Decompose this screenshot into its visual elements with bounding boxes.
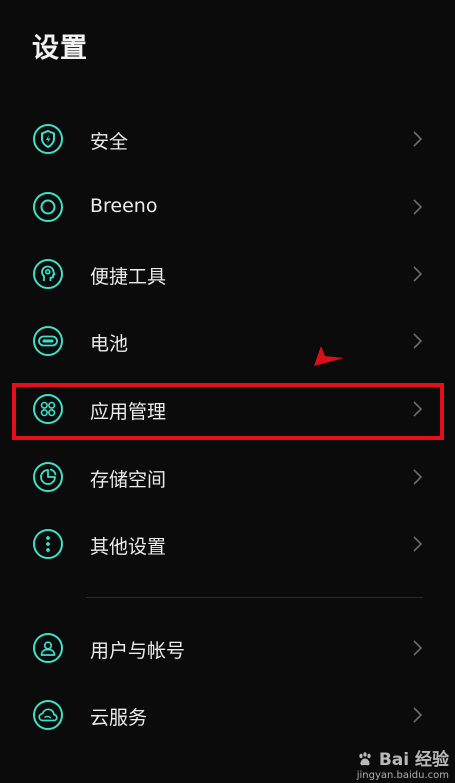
chevron-right-icon (413, 469, 423, 485)
baidu-jingyan-watermark: Bai 经验 jingyan.baidu.com (357, 745, 449, 781)
storage-pie-icon (33, 462, 63, 492)
baidu-paw-icon (359, 752, 371, 766)
section-divider (86, 597, 423, 598)
breeno-ring-icon (33, 192, 63, 222)
settings-item-storage[interactable]: 存储空间 (0, 446, 455, 512)
chevron-right-icon (413, 199, 423, 215)
more-dots-icon (33, 529, 63, 559)
settings-item-label: 电池 (90, 333, 129, 355)
settings-item-label: Breeno (90, 195, 158, 217)
page-title: 设置 (32, 33, 88, 64)
watermark-logo-text: Bai 经验 (378, 750, 449, 770)
highlight-annotation-box (12, 383, 444, 440)
settings-item-label: 其他设置 (90, 536, 167, 558)
chevron-right-icon (413, 707, 423, 723)
chevron-right-icon (413, 536, 423, 552)
watermark-url: jingyan.baidu.com (356, 770, 449, 781)
settings-item-label: 用户与帐号 (90, 640, 186, 662)
settings-item-label: 安全 (90, 131, 129, 153)
settings-item-battery[interactable]: 电池 (0, 310, 455, 376)
chevron-right-icon (413, 131, 423, 147)
settings-item-user-account[interactable]: 用户与帐号 (0, 617, 455, 683)
battery-icon (33, 326, 63, 356)
settings-item-convenience-tools[interactable]: 便捷工具 (0, 243, 455, 309)
settings-item-label: 存储空间 (90, 469, 167, 491)
convenience-tools-icon (33, 259, 63, 289)
settings-item-security[interactable]: 安全 (0, 108, 455, 174)
settings-item-label: 便捷工具 (90, 266, 167, 288)
cloud-icon (33, 700, 63, 730)
settings-item-label: 云服务 (90, 707, 148, 729)
settings-item-breeno[interactable]: Breeno (0, 176, 455, 242)
arrow-annotation-icon (314, 346, 344, 366)
settings-item-cloud[interactable]: 云服务 (0, 684, 455, 750)
chevron-right-icon (413, 333, 423, 349)
user-account-icon (33, 633, 63, 663)
chevron-right-icon (413, 640, 423, 656)
settings-item-other[interactable]: 其他设置 (0, 513, 455, 579)
security-shield-icon (33, 124, 63, 154)
chevron-right-icon (413, 266, 423, 282)
